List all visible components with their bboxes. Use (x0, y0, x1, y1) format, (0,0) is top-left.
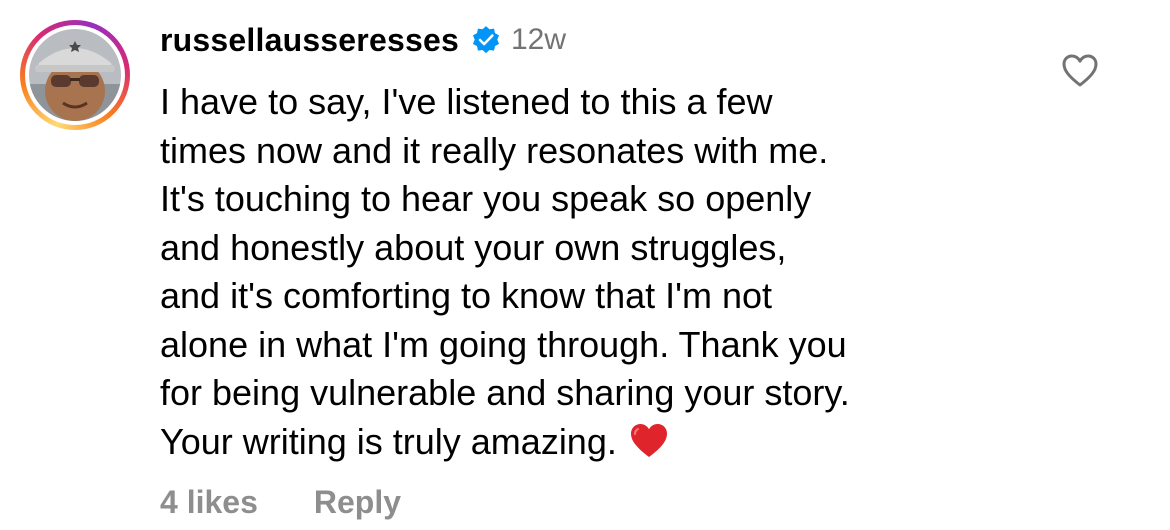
comment-body: I have to say, I've listened to this a f… (160, 78, 1030, 466)
red-heart-emoji-icon (629, 422, 669, 460)
avatar-story-ring[interactable] (20, 20, 130, 130)
username[interactable]: russellausseresses (160, 22, 459, 59)
comment-footer: 4 likes Reply (160, 480, 401, 524)
comment-text: I have to say, I've listened to this a f… (160, 81, 850, 462)
comment-age: 12w (510, 23, 566, 56)
likes-count[interactable]: 4 likes (160, 484, 258, 521)
avatar[interactable] (29, 29, 121, 121)
comment: russellausseresses 12w I have to say, I'… (0, 0, 1170, 530)
heart-outline-icon (1060, 52, 1100, 90)
reply-button[interactable]: Reply (314, 484, 401, 521)
like-button[interactable] (1060, 52, 1100, 90)
verified-badge-icon (471, 25, 501, 55)
comment-header: russellausseresses 12w (160, 18, 566, 62)
